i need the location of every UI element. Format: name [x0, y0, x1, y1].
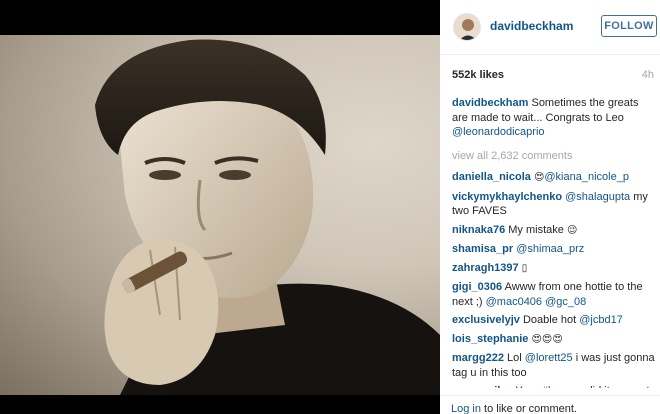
caption-author[interactable]: davidbeckham — [452, 97, 528, 109]
emoji-icon: ▯ — [521, 262, 528, 274]
post-header: davidbeckham FOLLOW — [440, 0, 660, 55]
comments-list: davidbeckham Sometimes the greats are ma… — [452, 96, 656, 388]
comment-item: lois_stephanie 😍😍😍 — [452, 332, 656, 348]
comment-item: rymasmilee Yess #leo you did it congrats… — [452, 384, 656, 388]
comment-mention[interactable]: @kiana_nicole_p — [544, 171, 629, 183]
photo-illustration — [95, 39, 440, 395]
comment-item: shamisa_pr @shimaa_prz — [452, 242, 656, 257]
post-photo[interactable] — [0, 35, 440, 395]
follow-button[interactable]: FOLLOW — [601, 15, 657, 37]
photo-pane — [0, 0, 440, 414]
comment-username[interactable]: zahragh1397 — [452, 262, 519, 274]
comment-mention[interactable]: @gc_08 — [545, 296, 586, 308]
comment-text: My mistake — [505, 223, 567, 236]
comment-username[interactable]: daniella_nicola — [452, 171, 531, 183]
comment-mention[interactable]: @mac0406 — [486, 296, 542, 308]
comment-item: exclusivelyjv Doable hot @jcbd17 — [452, 313, 656, 328]
comment-mention[interactable]: #leo — [542, 385, 563, 388]
comment-username[interactable]: lois_stephanie — [452, 333, 528, 345]
comment-item: niknaka76 My mistake 😉 — [452, 223, 656, 239]
login-prompt-text: to like or comment. — [480, 403, 577, 414]
emoji-icon: 😍😍😍 — [531, 333, 563, 345]
comment-mention[interactable]: @shalagupta — [565, 191, 630, 203]
likes-count[interactable]: 552k likes — [452, 69, 504, 81]
post-footer: Log in to like or comment. — [440, 395, 660, 414]
comment-text: Lol — [503, 352, 525, 364]
emoji-icon: 😉 — [566, 224, 578, 236]
login-prompt: Log in to like or comment. — [451, 403, 577, 414]
comment-mention[interactable]: @jcbd17 — [579, 314, 623, 326]
comment-text: Yess — [513, 385, 542, 388]
comment-username[interactable]: shamisa_pr — [452, 243, 513, 255]
avatar[interactable] — [453, 13, 481, 41]
comment-username[interactable]: exclusivelyjv — [452, 314, 520, 326]
comment-mention[interactable]: @lorett25 — [525, 352, 573, 364]
comment-item: zahragh1397 ▯ — [452, 261, 656, 277]
avatar-icon — [454, 14, 480, 40]
comment-username[interactable]: margg222 — [452, 352, 504, 364]
comment-text: Doable hot — [519, 314, 580, 326]
emoji-icon: 😍 — [533, 172, 545, 183]
post-timestamp[interactable]: 4h — [642, 69, 654, 81]
comment-username[interactable]: gigi_0306 — [452, 281, 502, 293]
comment-username[interactable]: niknaka76 — [452, 224, 505, 236]
login-link[interactable]: Log in — [451, 403, 481, 414]
comment-text: you did it congrats — [563, 385, 655, 388]
comment-username[interactable]: vickymykhaylchenko — [452, 191, 562, 203]
post-sidebar: davidbeckham FOLLOW 552k likes 4h davidb… — [440, 0, 660, 414]
comment-item: vickymykhaylchenko @shalagupta my two FA… — [452, 190, 656, 219]
comment-item: gigi_0306 Awww from one hottie to the ne… — [452, 280, 656, 309]
post-caption: davidbeckham Sometimes the greats are ma… — [452, 96, 656, 140]
caption-mention[interactable]: @leonardodicaprio — [452, 126, 545, 138]
comment-item: margg222 Lol @lorett25 i was just gonna … — [452, 351, 656, 380]
comment-container: daniella_nicola 😍@kiana_nicole_p vickymyk… — [452, 170, 656, 388]
author-username[interactable]: davidbeckham — [490, 19, 573, 33]
comment-mention[interactable]: @shimaa_prz — [516, 243, 584, 255]
comment-username[interactable]: rymasmilee — [452, 385, 513, 388]
comment-item: daniella_nicola 😍@kiana_nicole_p — [452, 170, 656, 186]
view-all-comments-link[interactable]: view all 2,632 comments — [452, 149, 656, 164]
